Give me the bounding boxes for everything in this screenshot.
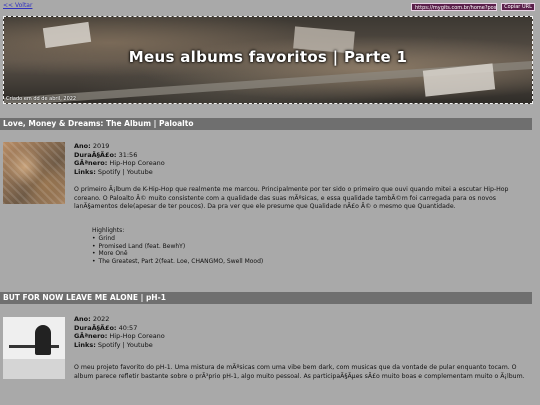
- url-field[interactable]: https://mygits.com.br/home?postu3: [411, 3, 497, 11]
- album-description: O meu projeto favorito do pH-1. Uma mist…: [74, 364, 525, 380]
- list-item: Grind: [92, 235, 263, 243]
- album-description: O primeiro Ã¡lbum de K-Hip-Hop que realm…: [74, 186, 509, 211]
- album-genre: Hip-Hop Coreano: [109, 159, 165, 168]
- album-cover: [3, 317, 65, 379]
- highlights-label: Highlights:: [92, 227, 125, 234]
- album-header: BUT FOR NOW LEAVE ME ALONE | pH-1: [0, 292, 532, 304]
- back-link[interactable]: << Voltar: [3, 2, 32, 9]
- album-links[interactable]: Spotify | Youtube: [98, 341, 153, 349]
- page-title: Meus albums favoritos | Parte 1: [128, 48, 408, 66]
- album-meta: Ano: 2022 DuraÃ§Ã£o: 40:57 GÃªnero: Hip-…: [74, 315, 165, 349]
- album-genre: Hip-Hop Coreano: [109, 332, 165, 341]
- album-header: Love, Money & Dreams: The Album | Paloal…: [0, 118, 532, 130]
- header-banner: Meus albums favoritos | Parte 1 Criado e…: [3, 16, 533, 104]
- album-cover: [3, 142, 65, 204]
- top-bar: << Voltar https://mygits.com.br/home?pos…: [0, 0, 540, 14]
- copy-url-button[interactable]: Copiar URL: [501, 3, 535, 11]
- album-duration: 40:57: [118, 323, 138, 332]
- album-year: 2022: [92, 315, 110, 323]
- album-duration: 31:56: [118, 150, 138, 159]
- highlights-list: Highlights: Grind Promised Land (feat. B…: [92, 227, 263, 266]
- album-year: 2019: [92, 142, 110, 150]
- album-meta: Ano: 2019 DuraÃ§Ã£o: 31:56 GÃªnero: Hip-…: [74, 142, 165, 176]
- album-links[interactable]: Spotify | Youtube: [98, 168, 153, 176]
- list-item: Promised Land (feat. BewhY): [92, 243, 263, 251]
- list-item: More Onê: [92, 250, 263, 258]
- post-date: Criado em dd de abril, 2022: [6, 96, 77, 102]
- list-item: The Greatest, Part 2(feat. Loe, CHANGMO,…: [92, 258, 264, 266]
